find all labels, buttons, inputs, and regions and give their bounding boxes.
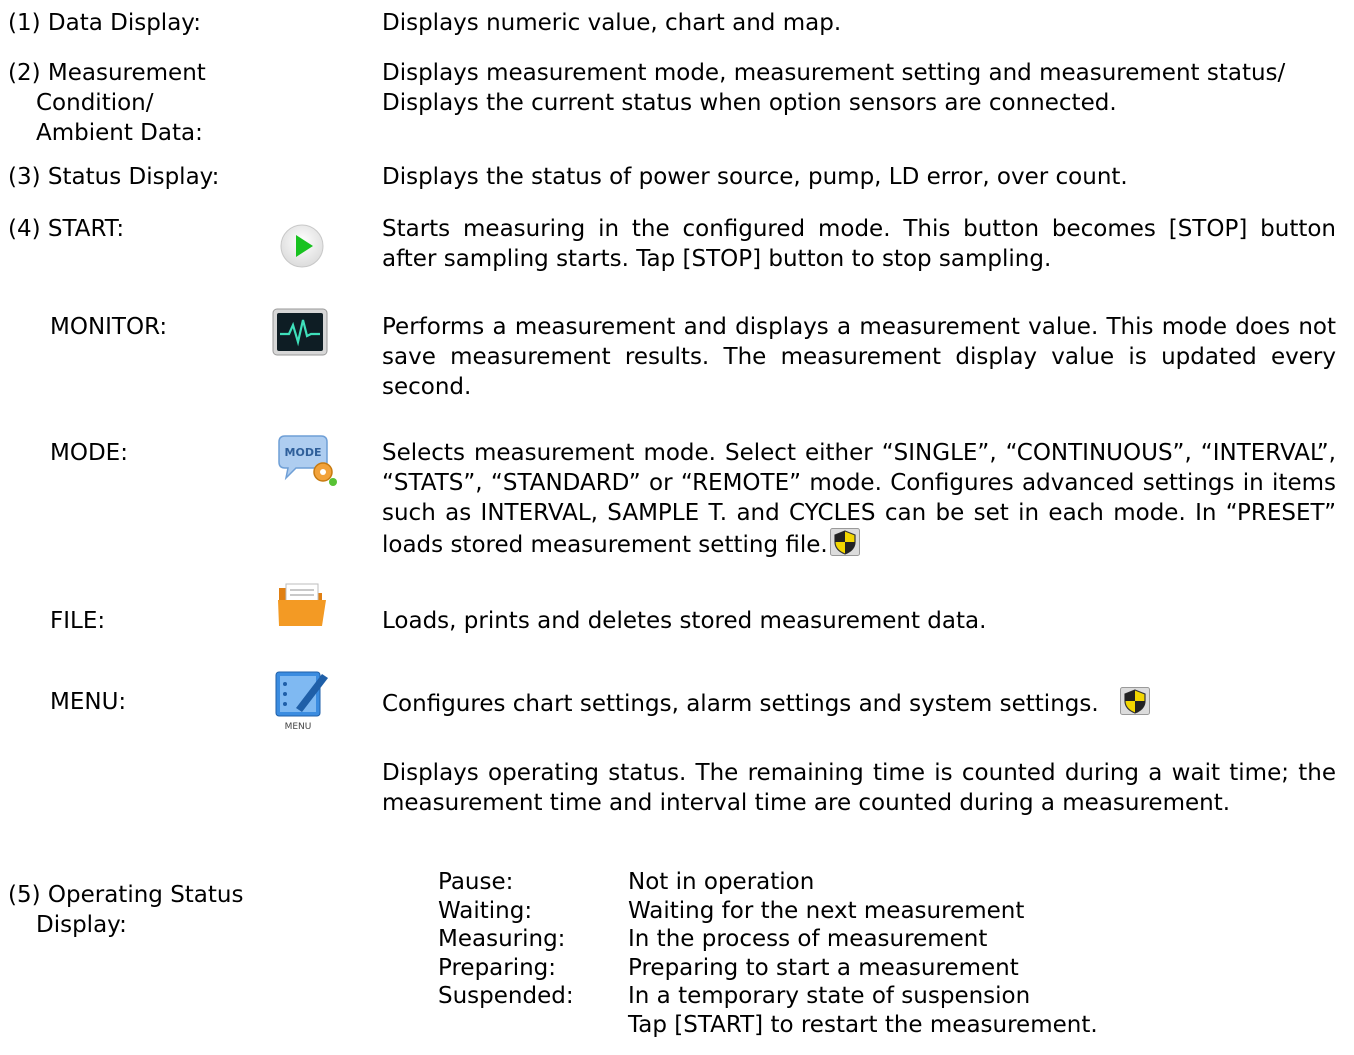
status-key: Measuring: xyxy=(438,926,566,952)
play-icon[interactable] xyxy=(280,224,324,274)
folder-icon[interactable] xyxy=(276,580,330,636)
status-value: In a temporary state of suspension xyxy=(628,983,1031,1009)
item-label-monitor: MONITOR: xyxy=(50,314,168,340)
status-value: Preparing to start a measurement xyxy=(628,954,1019,981)
status-row-preparing: Preparing: Preparing to start a measurem… xyxy=(438,954,1098,983)
item-label-operating-status: (5) Operating Status Display: xyxy=(8,880,243,940)
status-row-measuring: Measuring: In the process of measurement xyxy=(438,925,1098,954)
status-key: Preparing: xyxy=(438,954,557,981)
item-desc-measurement-condition: Displays measurement mode, measurement s… xyxy=(382,58,1336,118)
security-shield-icon xyxy=(829,528,860,556)
menu-desc-text: Configures chart settings, alarm setting… xyxy=(382,691,1099,717)
status-row-suspended: Suspended: In a temporary state of suspe… xyxy=(438,982,1098,1011)
security-shield-icon xyxy=(1119,687,1150,715)
item-label-data-display: (1) Data Display: xyxy=(8,10,201,36)
status-row-pause: Pause: Not in operation xyxy=(438,868,1098,897)
item-label-measurement-condition: (2) Measurement Condition/ Ambient Data: xyxy=(8,58,206,148)
item-label-menu: MENU: xyxy=(50,689,127,715)
mode-settings-icon[interactable]: MODE xyxy=(276,434,338,492)
mode-icon-text: MODE xyxy=(285,446,322,459)
item-label-start: (4) START: xyxy=(8,216,125,242)
item-desc-mode: Selects measurement mode. Select either … xyxy=(382,438,1336,560)
status-value: Not in operation xyxy=(628,869,815,895)
item-desc-start: Starts measuring in the configured mode.… xyxy=(382,216,1336,272)
desc-line: Displays the current status when option … xyxy=(382,90,1117,116)
label-line: (2) Measurement xyxy=(8,60,206,86)
item-desc-status-display: Displays the status of power source, pum… xyxy=(382,164,1128,190)
status-value: Waiting for the next measurement xyxy=(628,897,1025,924)
menu-icon[interactable]: MENU xyxy=(274,668,330,738)
status-row-waiting: Waiting: Waiting for the next measuremen… xyxy=(438,897,1098,926)
item-desc-menu: Configures chart settings, alarm setting… xyxy=(382,687,1336,719)
menu-icon-text: MENU xyxy=(285,722,312,732)
item-label-status-display: (3) Status Display: xyxy=(8,164,220,190)
label-line: Ambient Data: xyxy=(36,120,203,146)
status-key: Waiting: xyxy=(438,897,533,924)
status-key: Suspended: xyxy=(438,983,574,1009)
item-desc-data-display: Displays numeric value, chart and map. xyxy=(382,10,842,36)
item-desc-file: Loads, prints and deletes stored measure… xyxy=(382,608,987,634)
status-note: Tap [START] to restart the measurement. xyxy=(628,1011,1098,1038)
item-desc-operating-status: Displays operating status. The remaining… xyxy=(382,760,1336,816)
label-line: Display: xyxy=(36,912,127,938)
item-label-file: FILE: xyxy=(50,608,106,634)
item-desc-monitor: Performs a measurement and displays a me… xyxy=(382,314,1336,400)
desc-line: Displays measurement mode, measurement s… xyxy=(382,60,1286,86)
item-label-mode: MODE: xyxy=(50,440,128,466)
label-line: Condition/ xyxy=(36,90,154,116)
label-line: (5) Operating Status xyxy=(8,882,244,908)
monitor-waveform-icon[interactable] xyxy=(272,308,328,362)
operating-status-list: Pause: Not in operation Waiting: Waiting… xyxy=(438,868,1098,1039)
status-key: Pause: xyxy=(438,869,514,895)
status-value: In the process of measurement xyxy=(628,926,988,952)
